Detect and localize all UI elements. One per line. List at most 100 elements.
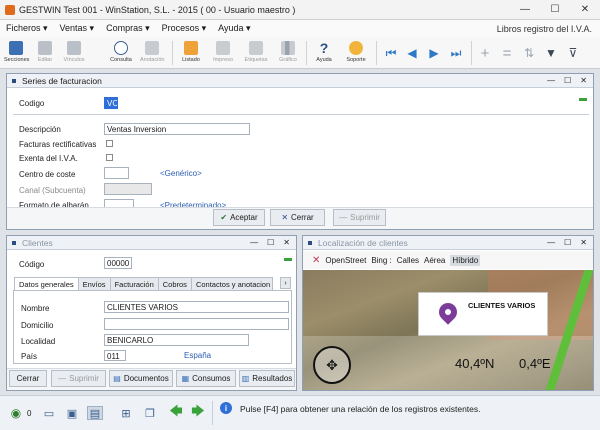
consulta-button[interactable]: Consulta	[109, 39, 133, 63]
marker-info-box	[418, 292, 548, 336]
location-pin-dot	[445, 309, 451, 315]
panel-close-icon[interactable]: ✕	[283, 238, 290, 247]
tab-envios[interactable]: Envíos	[77, 277, 111, 291]
window-layout-2-icon[interactable]: ▣	[64, 406, 80, 420]
codigo-label: Codigo	[19, 99, 45, 108]
tab-facturacion[interactable]: Facturación	[109, 277, 159, 291]
clear-filter-icon[interactable]: ⊽	[566, 46, 580, 60]
latitude-readout: 40,4ºN	[455, 356, 495, 371]
domicilio-input[interactable]	[104, 318, 289, 330]
panel-minimize-icon[interactable]: —	[547, 238, 555, 247]
clientes-suprimir-button[interactable]: — Suprimir	[51, 370, 106, 387]
cliente-codigo-input[interactable]: 00000	[104, 257, 132, 269]
toolbar-separator	[471, 41, 472, 65]
menu-ficheros[interactable]: Ficheros ▾	[0, 23, 54, 34]
facturas-rectificativas-checkbox[interactable]	[106, 140, 113, 147]
descripcion-input[interactable]: Ventas Inversion	[104, 123, 250, 135]
centro-coste-link[interactable]: <Genérico>	[160, 169, 202, 178]
centro-coste-label: Centro de coste	[19, 170, 76, 179]
impreso-button[interactable]: Impreso	[211, 39, 235, 63]
panel-minimize-icon[interactable]: —	[547, 76, 555, 85]
chart-icon	[281, 41, 295, 55]
delete-icon: —	[58, 374, 67, 383]
series-panel: Series de facturacion — ☐ ✕ Codigo VC De…	[6, 73, 594, 230]
tab-contactos[interactable]: Contactos y anotacion	[190, 277, 273, 291]
nombre-input[interactable]: CLIENTES VARIOS	[104, 301, 289, 313]
consumos-button[interactable]: ▦ Consumos	[176, 370, 236, 387]
pais-input[interactable]: 011	[104, 350, 126, 361]
sections-icon	[9, 41, 23, 55]
tabs-scroll-right-icon[interactable]: ›	[280, 277, 291, 289]
panel-maximize-icon[interactable]: ☐	[564, 238, 571, 247]
user-status-icon[interactable]: ◉	[8, 406, 24, 420]
documentos-button[interactable]: ▤ Documentos	[109, 370, 173, 387]
anotacion-button[interactable]: Anotación	[140, 39, 164, 63]
canal-subcuenta-input[interactable]	[104, 183, 152, 195]
descripcion-label: Descripción	[19, 125, 61, 134]
map-view[interactable]: CLIENTES VARIOS ✥ 40,4ºN 0,4ºE	[303, 270, 593, 390]
cerrar-button[interactable]: ✕ Cerrar	[270, 209, 325, 226]
support-icon	[349, 41, 363, 55]
pais-link[interactable]: España	[184, 351, 211, 360]
tile-windows-icon[interactable]: ⊞	[118, 406, 134, 420]
last-record-icon[interactable]: ⏭	[449, 46, 463, 60]
clientes-cerrar-button[interactable]: Cerrar	[9, 370, 47, 387]
sort-icon[interactable]: ⇅	[522, 46, 536, 60]
hibrido-option[interactable]: Híbrido	[450, 254, 481, 266]
menu-ayuda[interactable]: Ayuda ▾	[212, 23, 256, 34]
exenta-iva-label: Exenta del I.V.A.	[19, 154, 78, 163]
menu-bar: Ficheros ▾ Ventas ▾ Compras ▾ Procesos ▾…	[0, 20, 600, 37]
codigo-input[interactable]: VC	[104, 97, 118, 109]
close-map-icon[interactable]: ✕	[312, 255, 320, 266]
equals-icon[interactable]: =	[500, 45, 514, 62]
centro-coste-input[interactable]	[104, 167, 129, 179]
vinculos-button[interactable]: Vínculos	[62, 39, 86, 63]
listado-button[interactable]: Listado	[179, 39, 203, 63]
facturas-rectificativas-label: Facturas rectificativas	[19, 140, 97, 149]
add-record-icon[interactable]: +	[478, 45, 492, 62]
window-layout-1-icon[interactable]: ▭	[41, 406, 57, 420]
etiquetas-button[interactable]: Etiquetas	[244, 39, 268, 63]
editar-button[interactable]: Editar	[33, 39, 57, 63]
menu-ventas[interactable]: Ventas ▾	[54, 23, 101, 34]
first-record-icon[interactable]: ⏮	[384, 46, 398, 60]
forward-arrow-icon[interactable]: 🡆	[190, 403, 206, 420]
note-icon	[145, 41, 159, 55]
menu-procesos[interactable]: Procesos ▾	[156, 23, 213, 34]
resultados-button[interactable]: ▥ Resultados	[239, 370, 295, 387]
map-source-bar: ✕ OpenStreet Bing : Calles Aérea Híbrido	[303, 251, 593, 269]
document-icon: ▤	[113, 374, 121, 383]
openstreet-option[interactable]: OpenStreet	[325, 256, 366, 265]
soporte-button[interactable]: Soporte	[344, 39, 368, 63]
secciones-button[interactable]: Secciones	[4, 39, 29, 63]
previous-record-icon[interactable]: ◀	[405, 46, 419, 60]
window-layout-3-icon[interactable]: ▤	[87, 406, 103, 420]
grafico-button[interactable]: Gráfico	[276, 39, 300, 63]
calles-option[interactable]: Calles	[397, 256, 419, 265]
suprimir-button[interactable]: — Suprimir	[333, 209, 386, 226]
ayuda-button[interactable]: ? Ayuda	[312, 39, 336, 63]
localidad-input[interactable]: BENICARLO	[104, 334, 249, 346]
tab-datos-generales[interactable]: Datos generales	[14, 277, 79, 291]
panel-maximize-icon[interactable]: ☐	[267, 238, 274, 247]
clientes-panel-title: Clientes	[22, 237, 53, 248]
menu-compras[interactable]: Compras ▾	[100, 23, 156, 34]
panel-minimize-icon[interactable]: —	[250, 238, 258, 247]
aceptar-button[interactable]: ✔ Aceptar	[213, 209, 265, 226]
filter-icon[interactable]: ▼	[544, 46, 558, 60]
aerea-option[interactable]: Aérea	[424, 256, 445, 265]
minimize-button[interactable]: —	[510, 0, 540, 20]
panel-maximize-icon[interactable]: ☐	[564, 76, 571, 85]
exenta-iva-checkbox[interactable]	[106, 154, 113, 161]
cascade-windows-icon[interactable]: ❐	[142, 406, 158, 420]
panel-marker-icon	[12, 78, 16, 83]
panel-close-icon[interactable]: ✕	[580, 76, 587, 85]
next-record-icon[interactable]: ▶	[427, 46, 441, 60]
maximize-button[interactable]: ☐	[540, 0, 570, 20]
panel-close-icon[interactable]: ✕	[580, 238, 587, 247]
back-arrow-icon[interactable]: 🡄	[168, 403, 184, 420]
clientes-panel-header: Clientes — ☐ ✕	[7, 236, 296, 250]
close-button[interactable]: ✕	[570, 0, 600, 20]
pan-control-icon[interactable]: ✥	[313, 346, 351, 384]
tab-cobros[interactable]: Cobros	[157, 277, 192, 291]
